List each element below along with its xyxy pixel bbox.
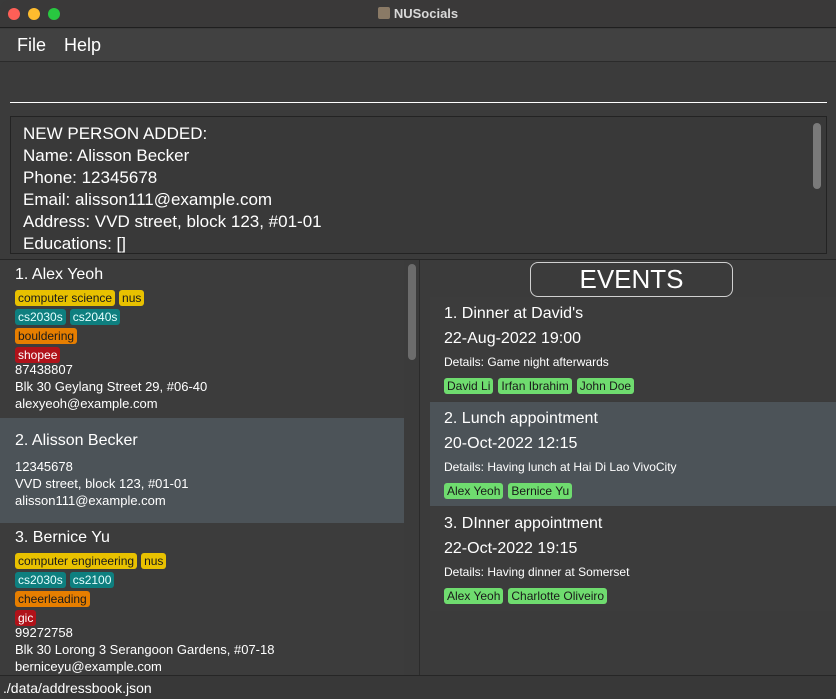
person-list-scrollbar[interactable]: [408, 264, 416, 360]
person-card-alex-yeoh[interactable]: 1. Alex Yeoh computer science nus cs2030s…: [0, 260, 404, 418]
education-tag: computer engineering: [15, 553, 138, 569]
participant-tag: Bernice Yu: [508, 483, 573, 499]
command-box: [0, 63, 836, 111]
interest-tag: shopee: [15, 347, 61, 363]
education-tag: nus: [119, 290, 145, 306]
event-datetime: 22-Aug-2022 19:00: [444, 330, 581, 347]
result-display: NEW PERSON ADDED: Name: Alisson Becker P…: [10, 116, 827, 254]
person-address: VVD street, block 123, #01-01: [15, 476, 189, 491]
person-address: Blk 30 Geylang Street 29, #06-40: [15, 379, 208, 394]
participant-tag: Alex Yeoh: [444, 588, 504, 604]
person-phone: 99272758: [15, 625, 73, 640]
person-card-bernice-yu[interactable]: 3. Bernice Yu computer engineering nus cs…: [0, 523, 404, 676]
window-title: NUSocials: [393, 6, 459, 21]
result-line: Educations: []: [23, 234, 127, 253]
module-tags: cs2030s cs2100: [15, 571, 118, 588]
cca-tag: cheerleading: [15, 591, 90, 607]
menu-file[interactable]: File: [17, 35, 46, 56]
person-phone: 87438807: [15, 362, 73, 377]
interest-tags: shopee: [15, 346, 64, 363]
education-tag: computer science: [15, 290, 116, 306]
participant-tag: John Doe: [576, 378, 635, 394]
event-details: Details: Game night afterwards: [444, 355, 609, 369]
event-card-lunch-appointment[interactable]: 2. Lunch appointment 20-Oct-2022 12:15 D…: [430, 402, 836, 506]
event-details: Details: Having lunch at Hai Di Lao Vivo…: [444, 460, 677, 474]
person-name: 2. Alisson Becker: [15, 432, 138, 449]
event-title: 2. Lunch appointment: [444, 410, 598, 427]
menu-bar: File Help: [0, 29, 836, 62]
cca-tag: bouldering: [15, 328, 78, 344]
events-header: EVENTS: [530, 262, 733, 297]
status-bar: ./data/addressbook.json: [0, 675, 836, 699]
person-name: 1. Alex Yeoh: [15, 266, 104, 283]
event-title: 1. Dinner at David's: [444, 305, 584, 322]
module-tags: cs2030s cs2040s: [15, 308, 124, 325]
event-datetime: 20-Oct-2022 12:15: [444, 435, 578, 452]
person-email: alexyeoh@example.com: [15, 396, 158, 411]
participant-tag: Alex Yeoh: [444, 483, 504, 499]
interest-tag: gic: [15, 610, 37, 626]
result-line: Phone: 12345678: [23, 168, 158, 187]
education-tags: computer science nus: [15, 289, 148, 306]
event-datetime: 22-Oct-2022 19:15: [444, 540, 578, 557]
result-line: Address: VVD street, block 123, #01-01: [23, 212, 322, 231]
event-details: Details: Having dinner at Somerset: [444, 565, 630, 579]
education-tag: nus: [141, 553, 167, 569]
education-tags: computer engineering nus: [15, 552, 170, 569]
participant-tag: Charlotte Oliveiro: [508, 588, 608, 604]
title-bar: NUSocials: [0, 0, 836, 28]
participant-tag: Irfan Ibrahim: [498, 378, 572, 394]
menu-help[interactable]: Help: [64, 35, 101, 56]
event-title: 3. DInner appointment: [444, 515, 603, 532]
person-email: alisson111@example.com: [15, 493, 166, 508]
person-card-alisson-becker[interactable]: 2. Alisson Becker 12345678 VVD street, b…: [0, 418, 404, 523]
module-tag: cs2030s: [15, 309, 66, 325]
window-title-area: NUSocials: [0, 0, 836, 28]
person-phone: 12345678: [15, 459, 73, 474]
data-file-path: ./data/addressbook.json: [3, 680, 152, 696]
event-participants: Alex Yeoh Bernice Yu: [444, 482, 577, 500]
person-email: berniceyu@example.com: [15, 659, 162, 674]
event-participants: Alex Yeoh Charlotte Oliveiro: [444, 587, 612, 605]
result-scrollbar[interactable]: [813, 123, 821, 189]
event-card-dinner-appointment[interactable]: 3. DInner appointment 22-Oct-2022 19:15 …: [430, 507, 836, 611]
module-tag: cs2040s: [69, 309, 121, 325]
event-card-dinner-at-davids[interactable]: 1. Dinner at David's 22-Aug-2022 19:00 D…: [430, 297, 836, 401]
module-tag: cs2030s: [15, 572, 66, 588]
person-list: 1. Alex Yeoh computer science nus cs2030s…: [0, 260, 420, 676]
interest-tags: gic: [15, 609, 40, 626]
result-line: Name: Alisson Becker: [23, 146, 190, 165]
person-address: Blk 30 Lorong 3 Serangoon Gardens, #07-1…: [15, 642, 275, 657]
command-input[interactable]: [10, 71, 827, 103]
result-line: Email: alisson111@example.com: [23, 190, 273, 209]
event-participants: David Li Irfan Ibrahim John Doe: [444, 377, 639, 395]
result-line: NEW PERSON ADDED:: [23, 124, 208, 143]
main-panels: 1. Alex Yeoh computer science nus cs2030s…: [0, 259, 836, 676]
app-window: NUSocials File Help NEW PERSON ADDED: Na…: [0, 0, 836, 699]
participant-tag: David Li: [444, 378, 494, 394]
person-name: 3. Bernice Yu: [15, 529, 110, 546]
cca-tags: cheerleading: [15, 590, 94, 607]
app-icon: [377, 7, 390, 19]
cca-tags: bouldering: [15, 327, 81, 344]
module-tag: cs2100: [69, 572, 115, 588]
result-text: NEW PERSON ADDED: Name: Alisson Becker P…: [11, 117, 826, 253]
